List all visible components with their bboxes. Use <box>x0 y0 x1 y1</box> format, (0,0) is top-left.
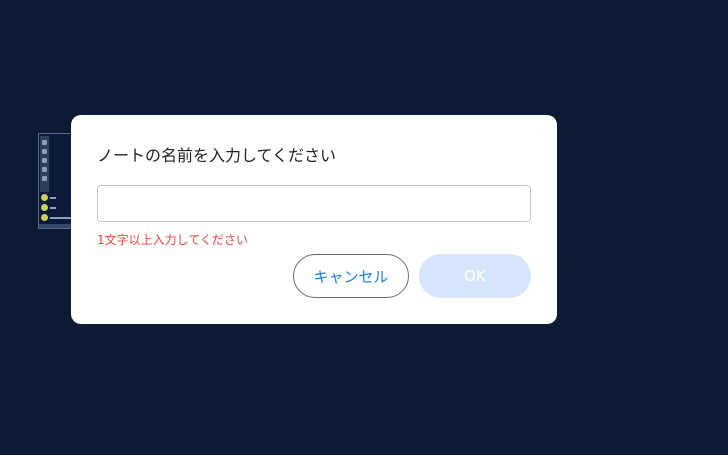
dialog-title: ノートの名前を入力してください <box>97 146 337 165</box>
thumbnail-sidebar <box>40 136 49 192</box>
thumbnail-dot-icon <box>41 194 48 201</box>
thumbnail-line <box>50 197 56 199</box>
thumbnail-line <box>50 207 56 209</box>
validation-error: 1文字以上入力してください <box>97 233 248 247</box>
thumbnail-dot-icon <box>41 214 48 221</box>
cancel-button[interactable]: キャンセル <box>293 254 409 298</box>
thumbnail-dot-icon <box>41 204 48 211</box>
note-name-dialog: ノートの名前を入力してください 1文字以上入力してください キャンセル OK <box>71 115 557 324</box>
ok-button[interactable]: OK <box>419 254 531 298</box>
note-name-input[interactable] <box>97 185 531 222</box>
thumbnail-line <box>50 217 72 219</box>
